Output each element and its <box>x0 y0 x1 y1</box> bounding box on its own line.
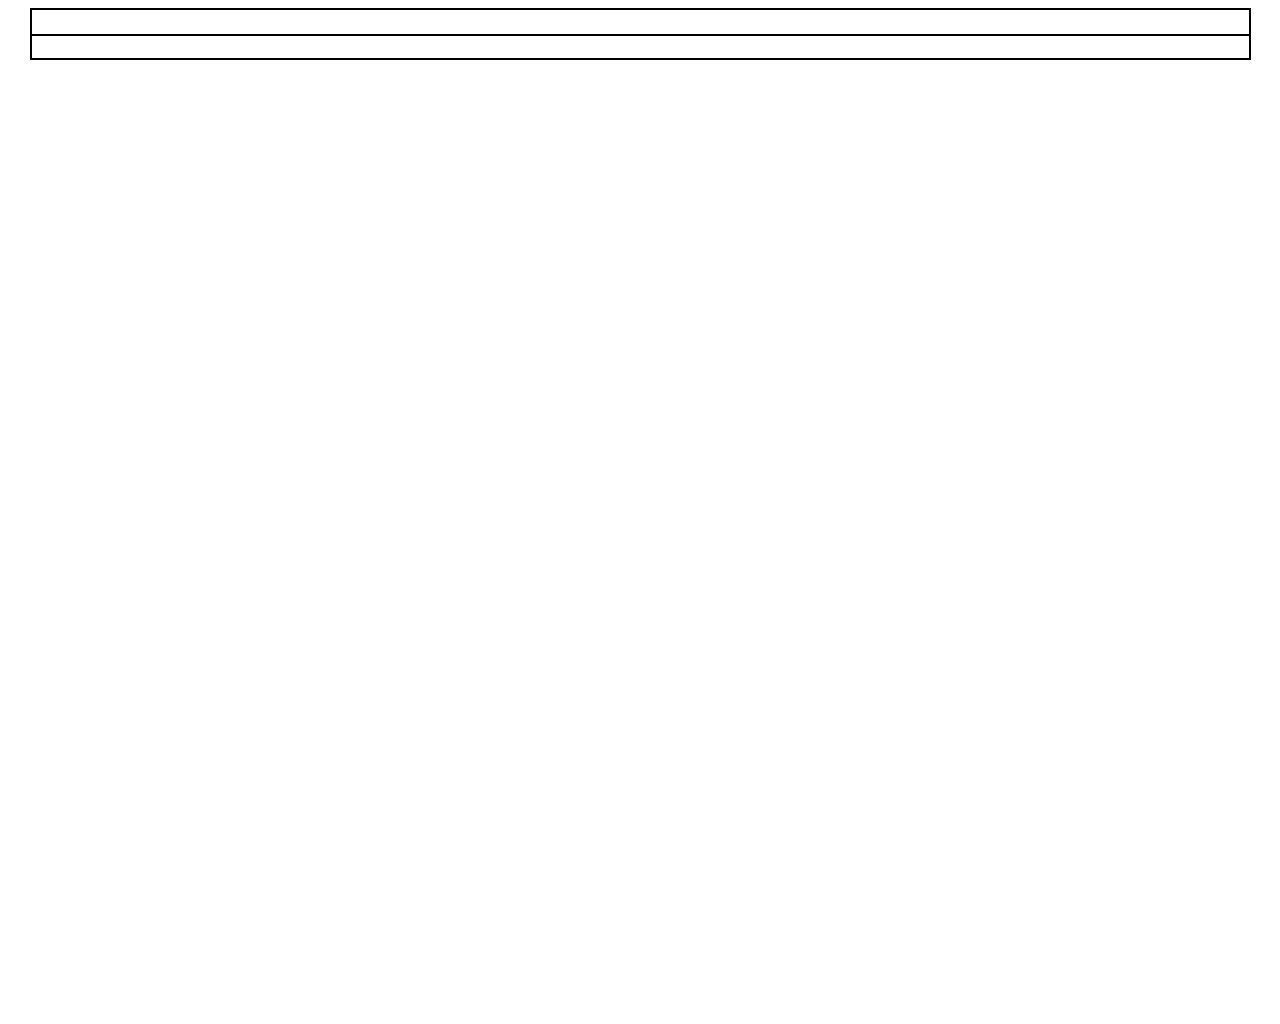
meteogram-plot <box>0 0 1280 1024</box>
meteogram-screen <box>0 0 1280 1024</box>
